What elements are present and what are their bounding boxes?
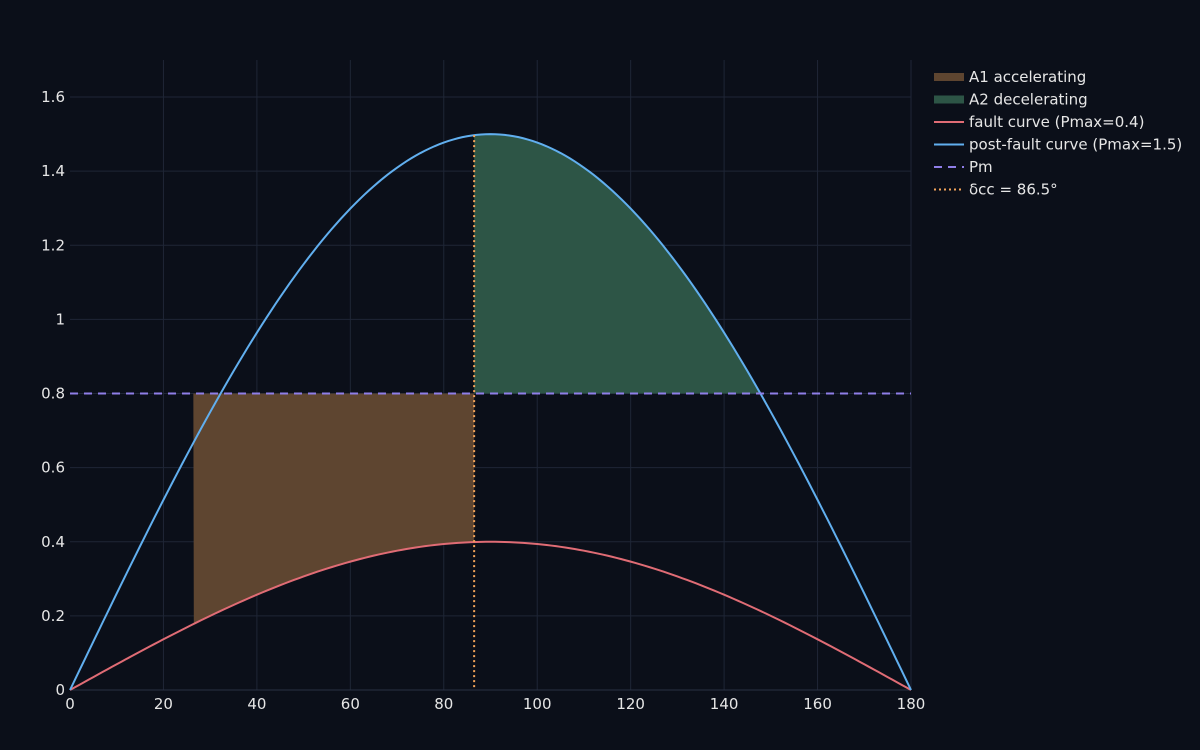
y-tick-label: 1.4 (41, 162, 65, 180)
x-tick-label: 20 (154, 695, 173, 713)
legend-label: A2 decelerating (969, 91, 1088, 109)
x-tick-label: 140 (710, 695, 739, 713)
x-tick-label: 0 (65, 695, 75, 713)
legend-label: A1 accelerating (969, 68, 1086, 86)
y-tick-label: 1 (55, 310, 65, 328)
x-tick-label: 60 (341, 695, 360, 713)
legend-item: post-fault curve (Pmax=1.5) (934, 136, 1182, 154)
x-tick-label: 40 (247, 695, 266, 713)
y-tick-label: 0.4 (41, 533, 65, 551)
x-tick-label: 160 (803, 695, 832, 713)
legend-label: fault curve (Pmax=0.4) (969, 113, 1144, 131)
legend-label: post-fault curve (Pmax=1.5) (969, 136, 1182, 154)
y-tick-label: 1.6 (41, 88, 65, 106)
legend-label: Pm (969, 158, 993, 176)
legend-swatch (934, 95, 964, 104)
x-tick-label: 120 (616, 695, 645, 713)
chart: 0 20 40 60 80 100 120 140 160 180 0 0.2 0.4 0.6 0.8 1 1… (0, 0, 1200, 750)
y-tick-label: 0.6 (41, 459, 65, 477)
x-tick-label: 80 (434, 695, 453, 713)
x-tick-label: 100 (523, 695, 552, 713)
legend-label: δcc = 86.5° (969, 181, 1058, 199)
y-tick-label: 1.2 (41, 236, 65, 254)
legend-swatch (934, 73, 964, 81)
y-tick-label: 0.8 (41, 385, 65, 403)
y-tick-label: 0 (55, 681, 65, 699)
x-tick-label: 180 (897, 695, 926, 713)
y-axis: 0 0.2 0.4 0.6 0.8 1 1.2 1.4 1.6 (41, 88, 65, 699)
y-tick-label: 0.2 (41, 607, 65, 625)
